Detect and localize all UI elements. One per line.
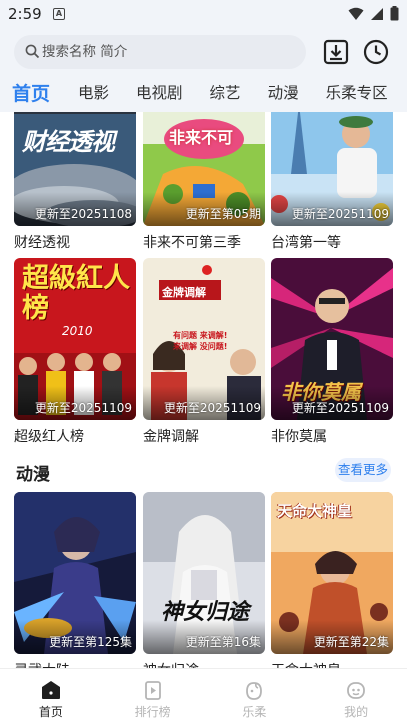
ranking-icon	[144, 681, 161, 700]
search-icon	[25, 44, 40, 59]
update-badge: 更新至20251109	[163, 401, 261, 415]
tab-lerou-zone[interactable]: 乐柔专区	[326, 81, 388, 103]
tab-movies[interactable]: 电影	[78, 81, 109, 103]
update-badge: 更新至第16集	[185, 635, 261, 649]
notification-app-icon: A	[53, 8, 65, 20]
bottom-nav: 首页 排行榜 乐柔 我的	[0, 668, 407, 725]
poster-art-title: 财经透视	[22, 128, 115, 156]
poster-art-title: 天命大神皇	[277, 502, 353, 520]
show-title: 台湾第一等	[271, 235, 341, 251]
tab-anime[interactable]: 动漫	[268, 81, 299, 103]
poster: 财经透视 更新至20251108	[14, 112, 136, 226]
update-badge: 更新至第22集	[313, 635, 389, 649]
show-card[interactable]: 财经透视 更新至20251108 财经透视	[14, 112, 136, 252]
show-card[interactable]: 非来不可 更新至第05期 非来不可第三季	[143, 112, 265, 252]
poster-art-slogan: 有问题 来调解! 来调解 没问题!	[173, 331, 228, 351]
nav-item-profile[interactable]: 我的	[305, 669, 407, 725]
show-card[interactable]: 天命大神皇 更新至第22集 天命大神皇	[271, 492, 393, 668]
nav-label: 我的	[344, 705, 369, 719]
nav-label: 排行榜	[134, 705, 171, 719]
show-title: 财经透视	[14, 235, 70, 251]
search-box[interactable]	[14, 35, 306, 69]
update-badge: 更新至20251108	[34, 207, 132, 221]
poster-art-title: 超級紅人榜	[22, 263, 130, 324]
poster: 神女归途 更新至第16集	[143, 492, 265, 654]
poster: 更新至20251109	[271, 112, 393, 226]
tab-tv-series[interactable]: 电视剧	[136, 81, 183, 103]
wifi-icon	[348, 7, 364, 20]
poster-art-title: 非来不可	[169, 128, 234, 147]
poster: 天命大神皇 更新至第22集	[271, 492, 393, 654]
status-indicators	[348, 6, 399, 21]
show-title: 神女归途	[143, 660, 265, 668]
status-time: 2:59	[8, 5, 42, 23]
search-input[interactable]	[42, 35, 292, 69]
show-title: 超级红人榜	[14, 429, 84, 445]
poster: 非你莫属 更新至20251109	[271, 258, 393, 420]
show-title: 灵武大陆	[14, 660, 136, 668]
nav-item-lerou[interactable]: 乐柔	[204, 669, 306, 725]
signal-icon	[371, 7, 383, 20]
lerou-icon	[246, 682, 263, 700]
download-icon[interactable]	[322, 38, 350, 66]
poster: 更新至第125集	[14, 492, 136, 654]
poster: 超級紅人榜 2010 更新至20251109	[14, 258, 136, 420]
home-feed[interactable]: 财经透视 更新至20251108 财经透视 非来不可 更新至第05期 非来不可第…	[0, 112, 407, 668]
update-badge: 更新至20251109	[34, 401, 132, 415]
show-card[interactable]: 神女归途 更新至第16集 神女归途	[143, 492, 265, 668]
show-card[interactable]: 金牌调解 有问题 来调解! 来调解 没问题! 更新至20251109 金牌调解	[143, 258, 265, 446]
update-badge: 更新至20251109	[291, 401, 389, 415]
status-bar: 2:59 A	[0, 0, 407, 30]
poster: 金牌调解 有问题 来调解! 来调解 没问题! 更新至20251109	[143, 258, 265, 420]
poster-art-year: 2010	[62, 324, 93, 338]
show-card[interactable]: 非你莫属 更新至20251109 非你莫属	[271, 258, 393, 446]
show-title: 非你莫属	[271, 429, 327, 445]
view-more-button[interactable]: 查看更多	[335, 458, 391, 482]
show-title: 非来不可第三季	[143, 235, 241, 251]
show-title: 金牌调解	[143, 429, 199, 445]
home-icon	[41, 681, 60, 699]
section-header-anime: 动漫 查看更多	[16, 458, 391, 486]
tab-variety[interactable]: 综艺	[210, 81, 241, 103]
poster: 非来不可 更新至第05期	[143, 112, 265, 226]
header: 首页 电影 电视剧 综艺 动漫 乐柔专区	[0, 30, 407, 112]
show-card[interactable]: 超級紅人榜 2010 更新至20251109 超级红人榜	[14, 258, 136, 446]
profile-icon	[347, 682, 366, 699]
show-card[interactable]: 更新至第125集 灵武大陆	[14, 492, 136, 668]
nav-item-home[interactable]: 首页	[0, 669, 102, 725]
poster-art-title: 金牌调解	[162, 286, 206, 299]
tab-home[interactable]: 首页	[12, 79, 50, 106]
update-badge: 更新至20251109	[291, 207, 389, 221]
nav-item-ranking[interactable]: 排行榜	[102, 669, 204, 725]
nav-label: 乐柔	[242, 705, 267, 719]
history-clock-icon[interactable]	[362, 38, 390, 66]
nav-label: 首页	[38, 705, 63, 719]
battery-icon	[390, 6, 399, 21]
show-title: 天命大神皇	[271, 660, 393, 668]
update-badge: 更新至第05期	[185, 207, 261, 221]
category-tabs: 首页 电影 电视剧 综艺 动漫 乐柔专区	[0, 74, 407, 110]
update-badge: 更新至第125集	[49, 635, 132, 649]
section-title: 动漫	[16, 465, 50, 485]
show-card[interactable]: 更新至20251109 台湾第一等	[271, 112, 393, 252]
